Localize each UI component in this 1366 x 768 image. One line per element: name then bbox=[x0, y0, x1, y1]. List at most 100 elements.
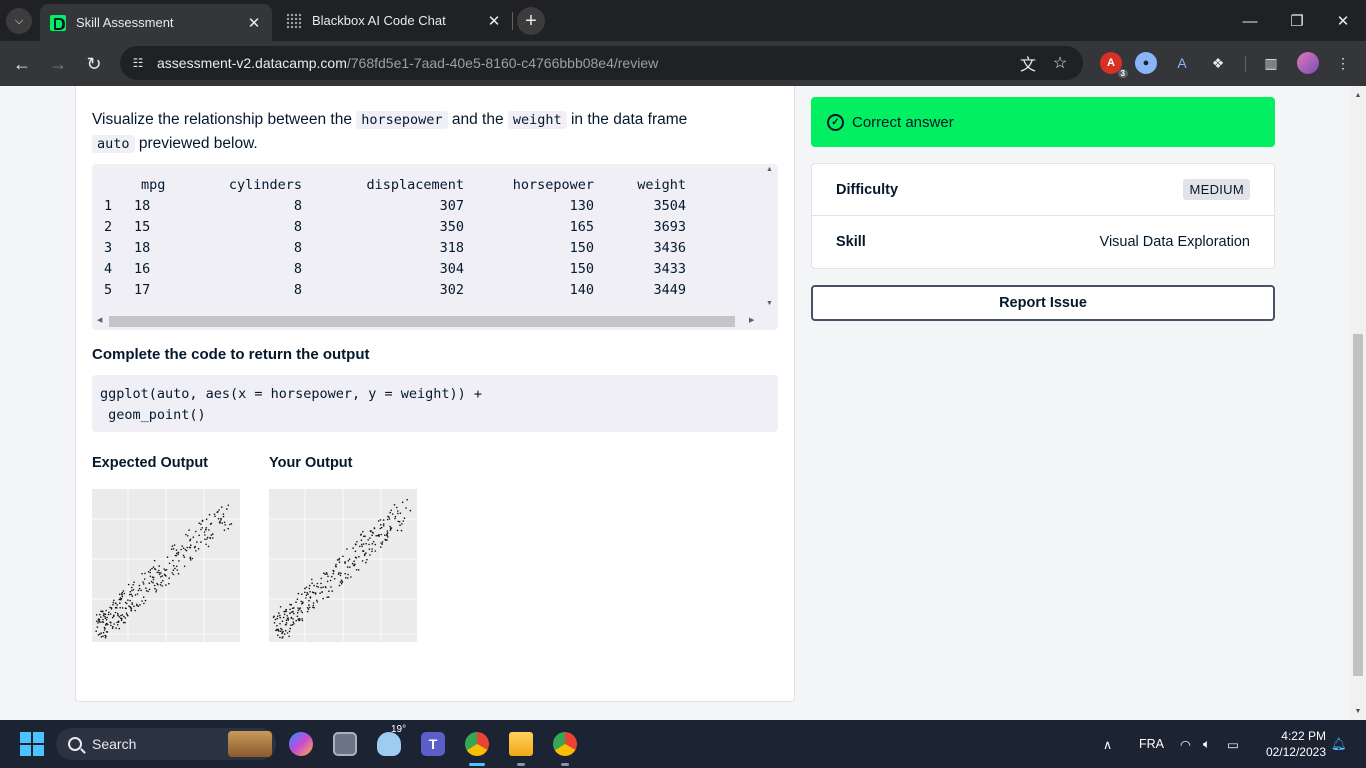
plot-point bbox=[129, 599, 131, 602]
plot-point bbox=[205, 518, 208, 521]
expected-output-label: Expected Output bbox=[92, 455, 209, 471]
plot-point bbox=[100, 621, 102, 623]
plot-point bbox=[195, 550, 197, 552]
bookmark-star-icon[interactable]: ☆ bbox=[1048, 51, 1072, 75]
window-close-icon[interactable]: ✕ bbox=[1329, 8, 1357, 34]
plot-point bbox=[175, 549, 178, 551]
extension-search-icon[interactable]: ● bbox=[1135, 52, 1157, 74]
scroll-left-arrow-icon[interactable]: ◀ bbox=[97, 316, 102, 324]
volume-icon[interactable]: 🔈︎ bbox=[1203, 720, 1211, 768]
plot-point bbox=[397, 520, 399, 523]
page-scroll-up-icon[interactable]: ▲ bbox=[1350, 88, 1366, 102]
extension-red-icon[interactable]: A3 bbox=[1100, 52, 1128, 78]
language-indicator[interactable]: FRA bbox=[1139, 720, 1164, 768]
plot-point bbox=[188, 529, 190, 531]
plot-point bbox=[109, 613, 112, 615]
minimize-icon[interactable]: — bbox=[1236, 8, 1264, 34]
translate-icon[interactable]: 文 bbox=[1016, 51, 1040, 75]
plot-point bbox=[345, 577, 347, 579]
tab-blackbox[interactable]: Blackbox AI Code Chat ✕ bbox=[276, 4, 512, 37]
page-scroll-down-icon[interactable]: ▼ bbox=[1350, 704, 1366, 718]
plot-point bbox=[352, 547, 354, 549]
tab-skill-assessment[interactable]: Skill Assessment ✕ bbox=[40, 4, 272, 41]
plot-point bbox=[127, 614, 129, 617]
plot-point bbox=[116, 612, 119, 615]
table-cell: 318 bbox=[439, 239, 464, 256]
plot-point bbox=[293, 623, 295, 625]
plot-point bbox=[102, 618, 104, 621]
file-explorer-icon[interactable] bbox=[505, 728, 537, 766]
plot-point bbox=[132, 589, 135, 591]
copilot-icon[interactable] bbox=[285, 728, 317, 760]
plot-point bbox=[313, 584, 315, 587]
plot-point bbox=[109, 606, 111, 609]
table-horizontal-scrollbar[interactable]: ◀ ▶ bbox=[92, 312, 778, 330]
plot-point bbox=[161, 575, 164, 577]
battery-icon[interactable]: ▭ bbox=[1227, 720, 1239, 768]
notification-bell-icon[interactable]: 🔔︎ bbox=[1331, 720, 1347, 768]
scroll-down-arrow-icon[interactable]: ▼ bbox=[766, 300, 773, 307]
plot-point bbox=[326, 596, 328, 598]
plot-point bbox=[197, 548, 200, 550]
tab-close-icon[interactable]: ✕ bbox=[246, 14, 262, 32]
show-hidden-icons-chevron-icon[interactable]: ∧ bbox=[1103, 720, 1112, 768]
plot-point bbox=[382, 519, 385, 521]
plot-point bbox=[121, 607, 124, 609]
teams-icon[interactable]: T bbox=[417, 728, 449, 760]
horizontal-scroll-thumb[interactable] bbox=[109, 316, 735, 327]
tab-search-chevron-icon[interactable]: ⌵ bbox=[6, 8, 32, 34]
report-issue-button[interactable]: Report Issue bbox=[811, 285, 1275, 321]
side-panel-icon[interactable]: ▥ bbox=[1260, 52, 1282, 74]
plot-point bbox=[152, 578, 155, 581]
plot-point bbox=[286, 632, 289, 634]
plot-point bbox=[148, 588, 151, 591]
taskbar-search[interactable]: Search bbox=[56, 728, 276, 760]
plot-point bbox=[381, 543, 383, 545]
table-vertical-scrollbar[interactable]: ▲ ▼ bbox=[762, 164, 778, 312]
task-view-icon[interactable] bbox=[329, 728, 361, 760]
plot-point bbox=[105, 624, 107, 626]
data-frame-preview[interactable]: mpg cylinders displacement horsepower we… bbox=[92, 164, 778, 330]
plot-point bbox=[158, 573, 161, 576]
table-cell: 304 bbox=[439, 260, 464, 277]
restore-icon[interactable]: ❐ bbox=[1283, 8, 1311, 34]
plot-point bbox=[124, 621, 126, 624]
plot-point bbox=[375, 535, 377, 537]
plot-point bbox=[355, 557, 358, 559]
table-cell: 5 bbox=[104, 281, 113, 298]
extension-translate-icon[interactable]: A bbox=[1171, 52, 1193, 74]
address-bar[interactable]: ☷ assessment-v2.datacamp.com/768fd5e1-7a… bbox=[120, 46, 1083, 80]
plot-point bbox=[103, 626, 106, 629]
plot-point bbox=[297, 609, 300, 612]
taskbar-clock[interactable]: 4:22 PM 02/12/2023 bbox=[1258, 728, 1326, 760]
menu-kebab-icon[interactable]: ⋮ bbox=[1332, 52, 1354, 74]
profile-avatar[interactable] bbox=[1297, 52, 1319, 74]
chrome-icon[interactable] bbox=[461, 728, 493, 766]
plot-point bbox=[196, 541, 198, 543]
forward-arrow-icon[interactable]: → bbox=[44, 50, 72, 78]
plot-point bbox=[372, 540, 375, 543]
plot-point bbox=[118, 616, 121, 618]
page-scroll-thumb[interactable] bbox=[1353, 334, 1363, 676]
page-scrollbar[interactable]: ▲ ▼ bbox=[1350, 86, 1366, 720]
windows-start-icon[interactable] bbox=[16, 728, 48, 760]
table-cell: 8 bbox=[293, 260, 302, 277]
back-arrow-icon[interactable]: ← bbox=[8, 50, 36, 78]
scroll-up-arrow-icon[interactable]: ▲ bbox=[766, 166, 773, 173]
new-tab-plus-icon[interactable]: + bbox=[517, 7, 545, 35]
tab-close-icon[interactable]: ✕ bbox=[486, 12, 502, 30]
weather-icon[interactable]: 19° bbox=[373, 724, 406, 760]
extensions-puzzle-icon[interactable]: ❖ bbox=[1207, 52, 1229, 74]
scroll-right-arrow-icon[interactable]: ▶ bbox=[749, 316, 754, 324]
chrome-profile-icon[interactable] bbox=[549, 728, 581, 766]
site-settings-icon[interactable]: ☷ bbox=[125, 50, 151, 76]
reload-icon[interactable]: ↻ bbox=[80, 50, 108, 78]
plot-point bbox=[131, 589, 133, 592]
plot-point bbox=[134, 609, 136, 612]
plot-point bbox=[190, 559, 192, 561]
plot-point bbox=[287, 617, 289, 619]
plot-point bbox=[380, 533, 382, 536]
url-text[interactable]: assessment-v2.datacamp.com/768fd5e1-7aad… bbox=[157, 55, 658, 71]
plot-point bbox=[111, 627, 114, 629]
wifi-icon[interactable]: ◠ bbox=[1180, 720, 1191, 768]
